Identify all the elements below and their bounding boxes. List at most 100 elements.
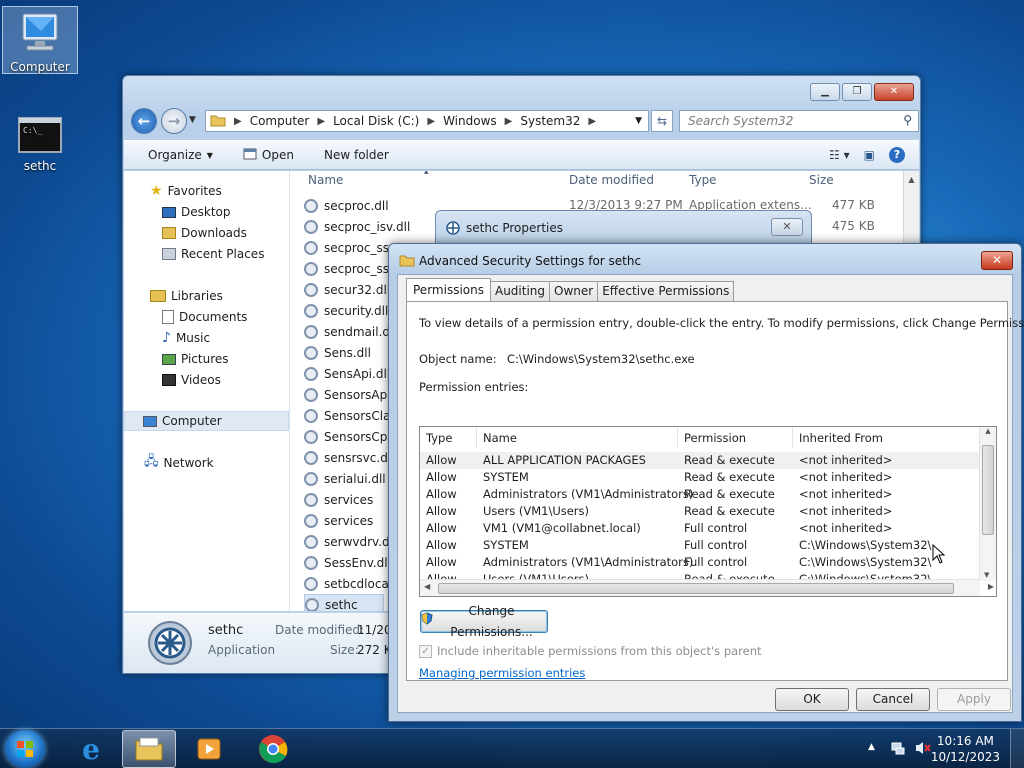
scroll-left-icon[interactable]: ◀ xyxy=(424,582,430,591)
close-button[interactable]: ✕ xyxy=(874,83,914,101)
address-bar[interactable]: ▶ Computer ▶ Local Disk (C:) ▶ Windows ▶… xyxy=(205,110,649,132)
start-button[interactable] xyxy=(5,730,45,768)
breadcrumb-windows[interactable]: Windows xyxy=(443,114,497,128)
nav-network[interactable]: 🖧 Network xyxy=(144,453,214,473)
column-header-inherited-from[interactable]: Inherited From xyxy=(793,427,980,449)
cancel-button[interactable]: Cancel xyxy=(856,688,930,711)
permission-list-vscroll[interactable]: ▲ ▼ xyxy=(979,427,996,581)
tab-permissions[interactable]: Permissions xyxy=(406,278,491,301)
tray-overflow-icon[interactable]: ▲ xyxy=(868,742,875,752)
file-row[interactable]: SensorsApi xyxy=(304,384,391,405)
file-row[interactable]: Sens.dll xyxy=(304,342,371,363)
ok-button[interactable]: OK xyxy=(775,688,849,711)
maximize-button[interactable]: ❐ xyxy=(842,83,872,101)
breadcrumb-computer[interactable]: Computer xyxy=(250,114,310,128)
column-header-type[interactable]: Type xyxy=(420,427,477,449)
column-header-size[interactable]: Size xyxy=(809,173,834,193)
managing-permission-entries-link[interactable]: Managing permission entries xyxy=(419,666,585,680)
file-row[interactable]: sethc xyxy=(304,594,384,611)
scroll-thumb[interactable] xyxy=(438,583,954,594)
properties-window[interactable]: sethc Properties ✕ xyxy=(435,210,812,246)
column-header-name[interactable]: Name xyxy=(477,427,678,449)
nav-videos[interactable]: Videos xyxy=(162,370,221,390)
file-row[interactable]: sendmail.dl xyxy=(304,321,393,342)
column-header-date[interactable]: Date modified xyxy=(569,173,654,193)
network-tray-icon[interactable] xyxy=(890,740,906,759)
scroll-thumb[interactable] xyxy=(982,445,994,535)
file-row[interactable]: services xyxy=(304,489,373,510)
file-row[interactable]: services xyxy=(304,510,373,531)
new-folder-button[interactable]: New folder xyxy=(324,148,389,162)
column-header-name[interactable]: Name xyxy=(308,173,343,193)
tab-auditing[interactable]: Auditing xyxy=(489,281,551,301)
file-row[interactable]: sensrsvc.dll xyxy=(304,447,394,468)
nav-desktop[interactable]: Desktop xyxy=(162,202,231,222)
permission-row[interactable]: Allow Users (VM1\Users) Read & execute <not… xyxy=(420,503,980,520)
scroll-right-icon[interactable]: ▶ xyxy=(988,582,994,591)
nav-music[interactable]: ♪ Music xyxy=(162,328,210,348)
preview-pane-icon[interactable]: ▣ xyxy=(864,148,875,162)
nav-downloads[interactable]: Downloads xyxy=(162,223,247,243)
show-desktop-button[interactable] xyxy=(1010,729,1024,768)
minimize-button[interactable]: ▁ xyxy=(810,83,840,101)
file-row[interactable]: serwvdrv.dl xyxy=(304,531,393,552)
file-row[interactable]: SensorsClas xyxy=(304,405,397,426)
search-input[interactable]: Search System32 ⚲ xyxy=(679,110,919,132)
inherit-permissions-checkbox[interactable]: ✓ Include inheritable permissions from t… xyxy=(419,644,762,658)
nav-recent-places[interactable]: Recent Places xyxy=(162,244,264,264)
address-dropdown-icon[interactable]: ▼ xyxy=(635,116,642,126)
file-row[interactable]: secproc_ssp xyxy=(304,237,397,258)
permission-row[interactable]: Allow Administrators (VM1\Administrators)… xyxy=(420,486,980,503)
scroll-up-icon[interactable]: ▲ xyxy=(980,427,996,435)
checkbox-box[interactable]: ✓ xyxy=(419,644,432,658)
refresh-button[interactable]: ⇆ xyxy=(651,110,673,132)
permission-row[interactable]: Allow VM1 (VM1@collabnet.local) Full contr… xyxy=(420,520,980,537)
nav-pictures[interactable]: Pictures xyxy=(162,349,229,369)
scroll-up-icon[interactable]: ▲ xyxy=(904,175,919,184)
recent-pages-icon[interactable]: ▼ xyxy=(189,115,196,125)
properties-close-button[interactable]: ✕ xyxy=(771,218,803,236)
forward-button[interactable]: → xyxy=(161,108,187,134)
file-row[interactable]: SensApi.dll xyxy=(304,363,390,384)
breadcrumb-system32[interactable]: System32 xyxy=(520,114,580,128)
file-row[interactable]: SensorsCpl. xyxy=(304,426,395,447)
desktop-icon-computer[interactable]: Computer xyxy=(2,6,78,74)
volume-muted-icon[interactable] xyxy=(914,740,932,759)
dialog-close-button[interactable]: ✕ xyxy=(981,251,1013,270)
taskbar-chrome[interactable] xyxy=(246,730,300,768)
change-permissions-button[interactable]: Change Permissions... xyxy=(420,604,548,639)
view-options-icon[interactable]: ☷ ▾ xyxy=(829,148,850,162)
nav-favorites[interactable]: ★ Favorites xyxy=(150,181,222,201)
permission-row[interactable]: Allow ALL APPLICATION PACKAGES Read & exec… xyxy=(420,452,980,469)
scroll-down-icon[interactable]: ▼ xyxy=(984,571,989,579)
taskbar-clock[interactable]: 10:16 AM 10/12/2023 xyxy=(931,733,1000,765)
file-row[interactable]: security.dll xyxy=(304,300,388,321)
permission-row[interactable]: Allow Administrators (VM1\Administrators)… xyxy=(420,554,980,571)
permission-row[interactable]: Allow SYSTEM Full control C:\Windows\System… xyxy=(420,537,980,554)
taskbar-media-player[interactable] xyxy=(182,730,236,768)
file-row[interactable]: setbcdlocal xyxy=(304,573,392,594)
nav-documents[interactable]: Documents xyxy=(162,307,247,327)
file-row[interactable]: serialui.dll xyxy=(304,468,386,489)
permission-list-hscroll[interactable]: ◀ ▶ xyxy=(420,579,994,596)
file-row[interactable]: secur32.dll xyxy=(304,279,390,300)
tab-effective-permissions[interactable]: Effective Permissions xyxy=(597,281,735,301)
nav-computer[interactable]: Computer xyxy=(124,411,289,431)
file-row[interactable]: secproc.dll xyxy=(304,195,389,216)
taskbar-windows-explorer[interactable] xyxy=(122,730,176,768)
taskbar-internet-explorer[interactable]: e xyxy=(64,730,118,768)
file-row[interactable]: SessEnv.dll xyxy=(304,552,391,573)
organize-button[interactable]: Organize ▼ xyxy=(148,148,213,162)
desktop-icon-sethc[interactable]: C:\_ sethc xyxy=(2,112,78,174)
file-row[interactable]: secproc_ssp xyxy=(304,258,397,279)
permission-entries-list[interactable]: Type Name Permission Inherited From Allo… xyxy=(419,426,997,597)
breadcrumb-local-disk[interactable]: Local Disk (C:) xyxy=(333,114,419,128)
column-header-type[interactable]: Type xyxy=(689,173,717,193)
open-button[interactable]: Open xyxy=(243,148,294,163)
help-icon[interactable]: ? xyxy=(889,147,905,163)
back-button[interactable]: ← xyxy=(131,108,157,134)
column-header-permission[interactable]: Permission xyxy=(678,427,793,449)
nav-libraries[interactable]: Libraries xyxy=(150,286,223,306)
file-row[interactable]: secproc_isv.dll xyxy=(304,216,410,237)
permission-row[interactable]: Allow SYSTEM Read & execute <not inherited> xyxy=(420,469,980,486)
